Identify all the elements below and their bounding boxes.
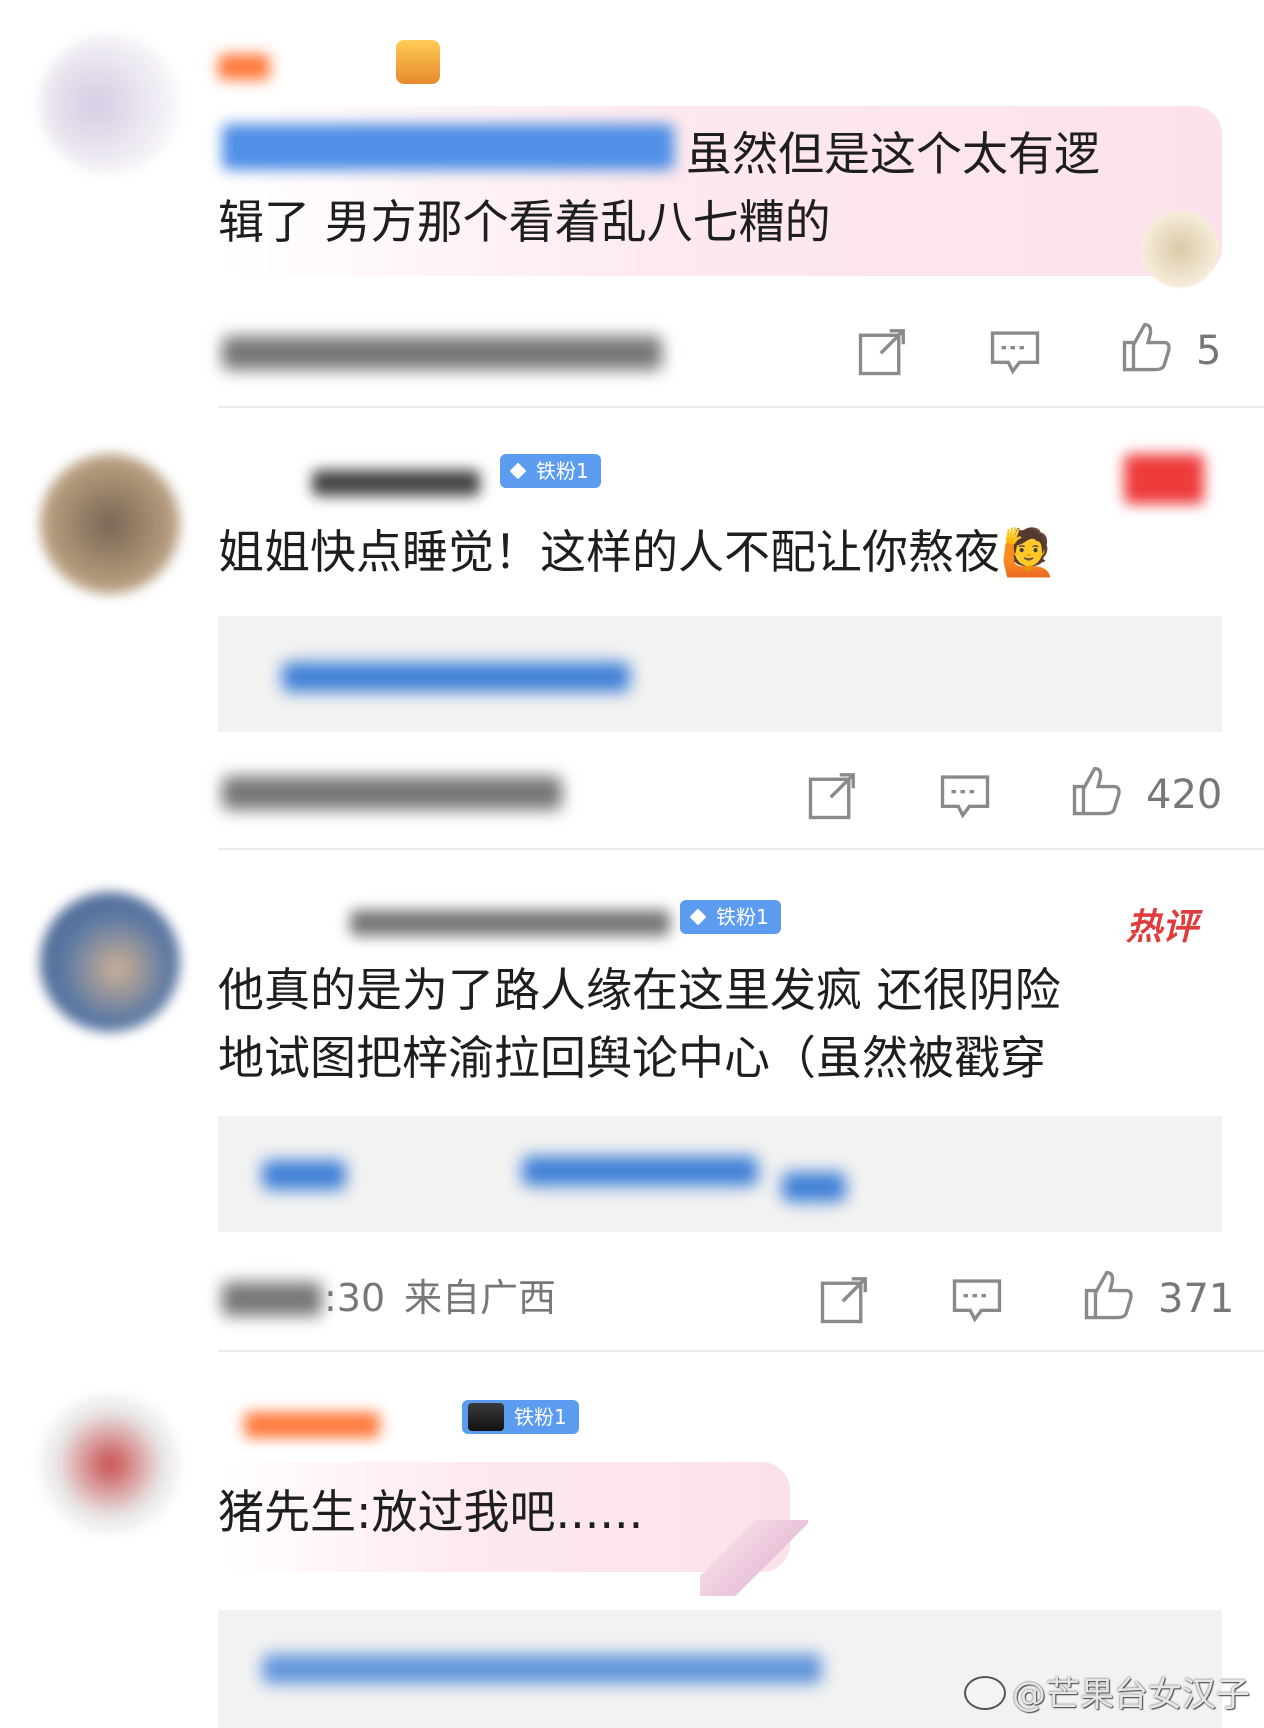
reply-preview[interactable] — [218, 1116, 1222, 1232]
meta-blurred — [222, 336, 662, 370]
avatar[interactable] — [40, 892, 180, 1032]
fan-badge: 铁粉1 — [462, 1400, 579, 1434]
reply-blurred — [282, 662, 630, 692]
like-count: 420 — [1146, 772, 1223, 818]
divider — [218, 406, 1264, 408]
meta-blurred — [222, 1282, 322, 1316]
fan-badge-label: 铁粉1 — [716, 905, 769, 929]
paper-crane-sticker — [700, 1520, 808, 1596]
reply-blurred — [262, 1160, 346, 1190]
share-icon[interactable] — [818, 1272, 872, 1326]
comment-text: 他真的是为了路人缘在这里发疯 还很阴险 地试图把梓渝拉回舆论中心（虽然被戳穿 — [218, 963, 1061, 1085]
comment-icon[interactable] — [938, 768, 992, 822]
comment-text: 姐姐快点睡觉！这样的人不配让你熬夜🙋 — [218, 525, 1058, 579]
crown-icon — [468, 1403, 504, 1431]
reply-preview[interactable] — [218, 616, 1222, 732]
share-icon[interactable] — [856, 324, 910, 378]
comment-item: 铁粉1 热评 他真的是为了路人缘在这里发疯 还很阴险 地试图把梓渝拉回舆论中心（… — [0, 850, 1264, 1352]
fan-badge: 铁粉1 — [500, 454, 601, 488]
reply-blurred — [522, 1156, 758, 1186]
diamond-icon — [509, 462, 527, 480]
avatar[interactable] — [40, 1394, 180, 1534]
like-icon[interactable] — [1070, 764, 1124, 818]
like-icon[interactable] — [1120, 320, 1174, 374]
fan-badge-label: 铁粉1 — [514, 1405, 567, 1429]
reply-blurred — [262, 1654, 822, 1684]
watermark: @芒果台女汉子 — [964, 1667, 1250, 1716]
comment-icon[interactable] — [950, 1272, 1004, 1326]
comment-icon[interactable] — [988, 324, 1042, 378]
avatar[interactable] — [40, 34, 180, 174]
fan-badge: 铁粉1 — [680, 900, 781, 934]
diamond-icon — [689, 908, 707, 926]
username-blurred[interactable] — [244, 1412, 380, 1438]
share-icon[interactable] — [806, 768, 860, 822]
username-blurred[interactable] — [312, 470, 480, 496]
weibo-logo-icon — [964, 1676, 1006, 1710]
decoration-blurred — [1124, 454, 1204, 504]
like-icon[interactable] — [1082, 1268, 1136, 1322]
watermark-text: @芒果台女汉子 — [1012, 1675, 1250, 1715]
comment-item: 虽然但是这个太有逻 辑了 男方那个看着乱八七糟的 5 — [0, 0, 1264, 410]
sticker-image — [1140, 208, 1220, 290]
fan-badge-label: 铁粉1 — [536, 459, 589, 483]
post-location: 来自广西 — [404, 1276, 557, 1320]
username-blurred[interactable] — [218, 54, 270, 80]
reply-blurred — [782, 1172, 846, 1202]
like-count: 371 — [1158, 1276, 1235, 1322]
hot-comment-label: 热评 — [1126, 907, 1199, 948]
comment-item: 铁粉1 姐姐快点睡觉！这样的人不配让你熬夜🙋 420 — [0, 410, 1264, 850]
post-time: :30 — [324, 1276, 386, 1320]
username-blurred[interactable] — [350, 910, 670, 936]
comment-text: 虽然但是这个太有逻 辑了 男方那个看着乱八七糟的 — [218, 127, 1100, 249]
like-count: 5 — [1196, 328, 1222, 374]
crown-icon — [396, 40, 440, 84]
avatar[interactable] — [40, 454, 180, 594]
meta-blurred — [222, 776, 562, 810]
